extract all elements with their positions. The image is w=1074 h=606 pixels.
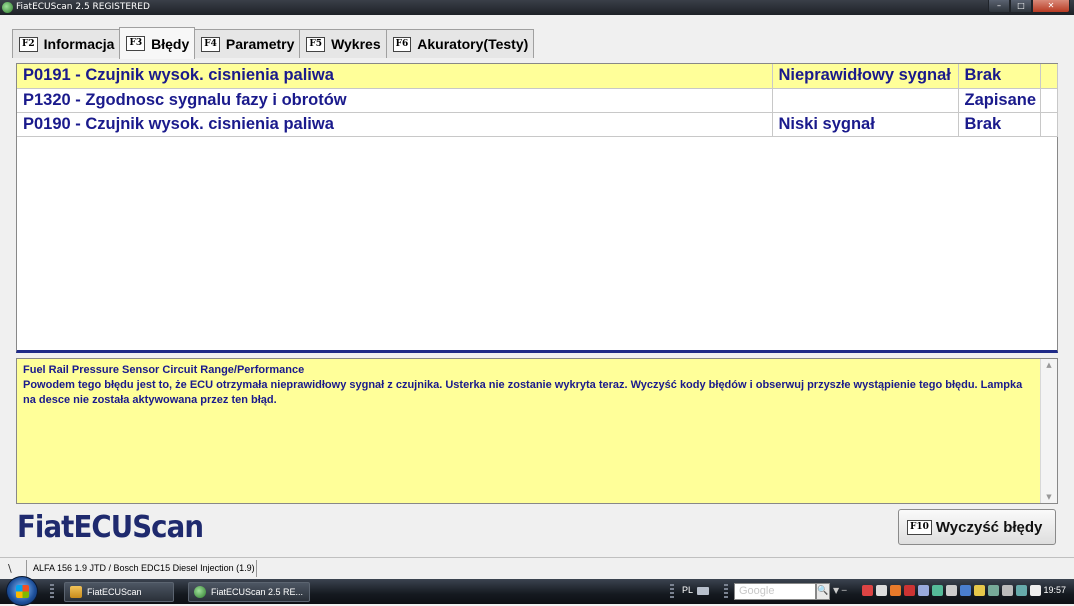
search-options-icon[interactable]: ▼ ─ (833, 586, 847, 595)
f10-key-icon: F10 (907, 519, 932, 535)
row-filler (1040, 64, 1058, 89)
status-divider (26, 560, 27, 577)
taskbar-button-fiatecuscan-app[interactable]: FiatECUScan 2.5 RE... (188, 582, 310, 602)
scroll-up-icon[interactable]: ▲ (1041, 361, 1057, 369)
taskbar-grip[interactable] (50, 584, 54, 600)
tray-network-icon[interactable] (960, 585, 971, 596)
tab-label: Parametry (225, 36, 295, 52)
f4-key-icon: F4 (201, 36, 220, 52)
f5-key-icon: F5 (306, 36, 326, 52)
window-controls: – □ ✕ (988, 0, 1070, 14)
keyboard-icon[interactable] (697, 587, 709, 595)
tray-app-icon[interactable] (918, 585, 929, 596)
error-description: Fuel Rail Pressure Sensor Circuit Range/… (16, 358, 1058, 504)
taskbar-button-label: FiatECUScan 2.5 RE... (211, 587, 304, 597)
tab-label: Akuratory(Testy) (417, 36, 529, 52)
tray-app-icon[interactable] (904, 585, 915, 596)
scroll-down-icon[interactable]: ▼ (1041, 493, 1057, 501)
app-icon (194, 586, 206, 598)
error-condition (772, 88, 959, 113)
folder-icon (70, 586, 82, 598)
google-search-input[interactable]: Google (734, 583, 816, 600)
start-button[interactable] (6, 576, 38, 606)
minimize-button[interactable]: – (988, 0, 1010, 13)
error-row[interactable]: P1320 - Zgodnosc sygnalu fazy i obrotów … (17, 88, 1058, 113)
tray-app-icon[interactable] (890, 585, 901, 596)
error-status: Brak (958, 112, 1041, 137)
taskbar-button-fiatecuscan-folder[interactable]: FiatECUScan (64, 582, 174, 602)
tab-label: Informacja (43, 36, 115, 52)
tray-calendar-icon[interactable] (876, 585, 887, 596)
clear-errors-button[interactable]: F10 Wyczyść błędy (898, 509, 1056, 545)
error-row[interactable]: P0190 - Czujnik wysok. cisnienia paliwa … (17, 112, 1058, 137)
tray-app-icon[interactable] (988, 585, 999, 596)
tab-parametry[interactable]: F4 Parametry (194, 29, 301, 58)
error-row[interactable]: P0191 - Czujnik wysok. cisnienia paliwa … (17, 64, 1058, 89)
f2-key-icon: F2 (19, 36, 38, 52)
windows-logo-icon (16, 585, 29, 598)
tray-window-icon[interactable] (946, 585, 957, 596)
description-body: Powodem tego błędu jest to, że ECU otrzy… (23, 379, 1023, 406)
app-icon (2, 2, 13, 13)
window-title: FiatECUScan 2.5 REGISTERED (16, 2, 150, 12)
search-icon[interactable]: 🔍 (816, 583, 830, 600)
error-condition: Nieprawidłowy sygnał (772, 64, 959, 89)
close-button[interactable]: ✕ (1032, 0, 1070, 13)
tray-stop-icon[interactable] (862, 585, 873, 596)
f6-key-icon: F6 (392, 36, 412, 52)
vehicle-info: ALFA 156 1.9 JTD / Bosch EDC15 Diesel In… (33, 563, 255, 573)
error-code: P0191 - Czujnik wysok. cisnienia paliwa (17, 64, 773, 89)
app-window: FiatECUScan 2.5 REGISTERED – □ ✕ F2 Info… (0, 0, 1074, 606)
clear-errors-label: Wyczyść błędy (935, 518, 1043, 536)
tab-label: Błędy (151, 35, 190, 52)
tray-network-icon[interactable] (1016, 585, 1027, 596)
app-logo: FiatECUScan (17, 510, 204, 545)
taskbar-button-label: FiatECUScan (87, 587, 142, 597)
tab-label: Wykres (331, 36, 381, 52)
description-scrollbar[interactable]: ▲ ▼ (1040, 359, 1057, 503)
row-filler (1040, 88, 1058, 113)
volume-icon[interactable] (1030, 585, 1041, 596)
system-tray (862, 585, 1041, 596)
error-status: Brak (958, 64, 1041, 89)
error-code: P0190 - Czujnik wysok. cisnienia paliwa (17, 112, 773, 137)
status-bar: \ ALFA 156 1.9 JTD / Bosch EDC15 Diesel … (0, 557, 1074, 578)
tab-bar: F2 Informacja F3 Błędy F4 Parametry F5 W… (12, 27, 535, 59)
taskbar-grip[interactable] (670, 584, 674, 600)
tray-battery-icon[interactable] (1002, 585, 1013, 596)
tray-app-icon[interactable] (932, 585, 943, 596)
clock[interactable]: 19:57 (1043, 585, 1066, 595)
error-status: Zapisane (958, 88, 1041, 113)
tab-informacja[interactable]: F2 Informacja (12, 29, 121, 58)
taskbar: FiatECUScan FiatECUScan 2.5 RE... PL Goo… (0, 576, 1074, 606)
status-grip: \ (8, 562, 12, 575)
error-list[interactable]: P0191 - Czujnik wysok. cisnienia paliwa … (16, 63, 1058, 353)
tray-app-icon[interactable] (974, 585, 985, 596)
tab-akuratory[interactable]: F6 Akuratory(Testy) (385, 29, 535, 58)
error-condition: Niski sygnał (772, 112, 959, 137)
error-code: P1320 - Zgodnosc sygnalu fazy i obrotów (17, 88, 773, 113)
title-bar[interactable]: FiatECUScan 2.5 REGISTERED – □ ✕ (0, 0, 1074, 15)
f3-key-icon: F3 (126, 36, 146, 51)
tab-wykres[interactable]: F5 Wykres (299, 29, 387, 58)
description-title: Fuel Rail Pressure Sensor Circuit Range/… (23, 364, 305, 376)
taskbar-grip[interactable] (724, 584, 728, 600)
status-divider (256, 560, 257, 577)
description-text: Fuel Rail Pressure Sensor Circuit Range/… (23, 363, 1023, 408)
tab-bledy[interactable]: F3 Błędy (119, 27, 196, 59)
row-filler (1040, 112, 1058, 137)
language-indicator[interactable]: PL (682, 585, 693, 595)
maximize-button[interactable]: □ (1010, 0, 1032, 13)
